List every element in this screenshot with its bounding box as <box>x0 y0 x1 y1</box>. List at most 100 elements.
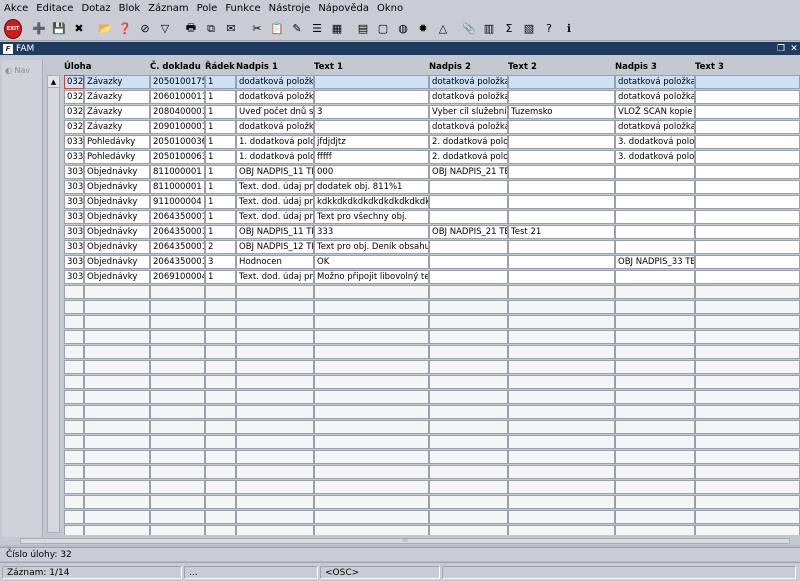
table-cell[interactable]: dotatková položka s <box>615 120 695 134</box>
table-row[interactable]: 032 Závazky 2090100001 1 dodatková položka do… <box>62 120 800 135</box>
table-cell[interactable] <box>150 360 205 374</box>
table-cell[interactable] <box>429 255 508 269</box>
table-cell[interactable] <box>314 480 429 494</box>
table-cell[interactable]: 1 <box>205 195 236 209</box>
table-cell[interactable] <box>236 330 314 344</box>
table-row[interactable] <box>62 405 800 420</box>
table-cell[interactable] <box>429 420 508 434</box>
table-cell[interactable] <box>695 75 800 89</box>
table-cell[interactable] <box>236 390 314 404</box>
table-cell[interactable] <box>314 345 429 359</box>
table-cell[interactable] <box>64 330 84 344</box>
table-cell[interactable] <box>615 375 695 389</box>
table-cell[interactable]: Objednávky <box>84 270 150 284</box>
table-cell[interactable] <box>84 345 150 359</box>
table-cell[interactable]: 2050100175 <box>150 75 205 89</box>
table-cell[interactable] <box>314 120 429 134</box>
table-row[interactable] <box>62 450 800 465</box>
table-cell[interactable]: 1 <box>205 165 236 179</box>
list-icon[interactable]: ☰ <box>308 20 326 38</box>
table-cell[interactable] <box>429 525 508 535</box>
table-cell[interactable]: 303 <box>64 165 84 179</box>
table-cell[interactable] <box>205 300 236 314</box>
table-cell[interactable]: OK <box>314 255 429 269</box>
table-cell[interactable] <box>695 435 800 449</box>
table-cell[interactable] <box>84 390 150 404</box>
column-header-2[interactable]: Řádek <box>205 60 236 74</box>
table-cell[interactable] <box>84 315 150 329</box>
table-cell[interactable] <box>508 90 615 104</box>
add-record-icon[interactable]: ➕ <box>30 20 48 38</box>
table-cell[interactable] <box>695 195 800 209</box>
table-cell[interactable] <box>64 420 84 434</box>
table-cell[interactable] <box>429 360 508 374</box>
table-cell[interactable] <box>615 495 695 509</box>
table-cell[interactable] <box>615 525 695 535</box>
table-cell[interactable] <box>695 495 800 509</box>
attach-icon[interactable]: 📎 <box>460 20 478 38</box>
table-cell[interactable]: dotatková položka č <box>429 75 508 89</box>
table-cell[interactable] <box>429 435 508 449</box>
table-cell[interactable] <box>314 75 429 89</box>
table-cell[interactable]: 303 <box>64 255 84 269</box>
table-cell[interactable] <box>84 480 150 494</box>
table-cell[interactable] <box>615 390 695 404</box>
table-cell[interactable] <box>695 225 800 239</box>
table-cell[interactable] <box>64 285 84 299</box>
table-row[interactable]: 303 Objednávky 2064350001 1 OBJ NADPIS_11 TE… <box>62 225 800 240</box>
table-cell[interactable]: Tuzemsko <box>508 105 615 119</box>
delete-record-icon[interactable]: ✖ <box>70 20 88 38</box>
table-cell[interactable]: Objednávky <box>84 165 150 179</box>
table-cell[interactable] <box>236 315 314 329</box>
table-cell[interactable]: Pohledávky <box>84 135 150 149</box>
table-row[interactable] <box>62 510 800 525</box>
table-cell[interactable]: 2080400001 <box>150 105 205 119</box>
copy-icon[interactable]: ⧉ <box>202 20 220 38</box>
table-cell[interactable]: 1 <box>205 120 236 134</box>
table-cell[interactable] <box>695 165 800 179</box>
table-cell[interactable]: OBJ NADPIS_33 TE <box>615 255 695 269</box>
table-cell[interactable] <box>64 465 84 479</box>
table-cell[interactable]: 1 <box>205 90 236 104</box>
table-cell[interactable] <box>314 360 429 374</box>
table-cell[interactable] <box>205 405 236 419</box>
table-cell[interactable] <box>615 285 695 299</box>
table-cell[interactable] <box>508 285 615 299</box>
table-cell[interactable] <box>615 165 695 179</box>
table-cell[interactable] <box>205 285 236 299</box>
table-cell[interactable] <box>429 300 508 314</box>
table-cell[interactable]: OBJ NADPIS_12 TE <box>236 240 314 254</box>
table-cell[interactable]: Objednávky <box>84 180 150 194</box>
table-cell[interactable] <box>508 165 615 179</box>
table-cell[interactable] <box>236 420 314 434</box>
table-cell[interactable] <box>84 450 150 464</box>
table-row[interactable] <box>62 480 800 495</box>
table-cell[interactable] <box>429 390 508 404</box>
table-cell[interactable] <box>205 390 236 404</box>
table-row[interactable] <box>62 300 800 315</box>
table-row[interactable]: 033 Pohledávky 2050100036 1 1. dodatková pol… <box>62 135 800 150</box>
table-cell[interactable] <box>695 405 800 419</box>
table-cell[interactable]: OBJ NADPIS_21 TE <box>429 165 508 179</box>
column-header-7[interactable]: Nadpis 3 <box>615 60 695 74</box>
table-cell[interactable] <box>236 375 314 389</box>
table-cell[interactable] <box>508 360 615 374</box>
table-cell[interactable]: OBJ NADPIS_11 TE <box>236 225 314 239</box>
table-cell[interactable] <box>64 450 84 464</box>
table-cell[interactable] <box>695 105 800 119</box>
table-cell[interactable] <box>236 495 314 509</box>
table-cell[interactable]: 303 <box>64 270 84 284</box>
table-cell[interactable] <box>508 390 615 404</box>
table-cell[interactable] <box>429 465 508 479</box>
table-cell[interactable]: Možno připojit libovolný text n <box>314 270 429 284</box>
table-cell[interactable] <box>205 345 236 359</box>
table-cell[interactable] <box>314 465 429 479</box>
table-cell[interactable] <box>508 525 615 535</box>
table-cell[interactable]: Vyber cíl služební c <box>429 105 508 119</box>
table-cell[interactable] <box>84 375 150 389</box>
table-cell[interactable]: 1 <box>205 180 236 194</box>
table-cell[interactable] <box>508 345 615 359</box>
table-cell[interactable] <box>205 450 236 464</box>
restore-icon[interactable]: ❐ <box>775 42 787 55</box>
table-cell[interactable]: 3. dodatková polož <box>615 135 695 149</box>
